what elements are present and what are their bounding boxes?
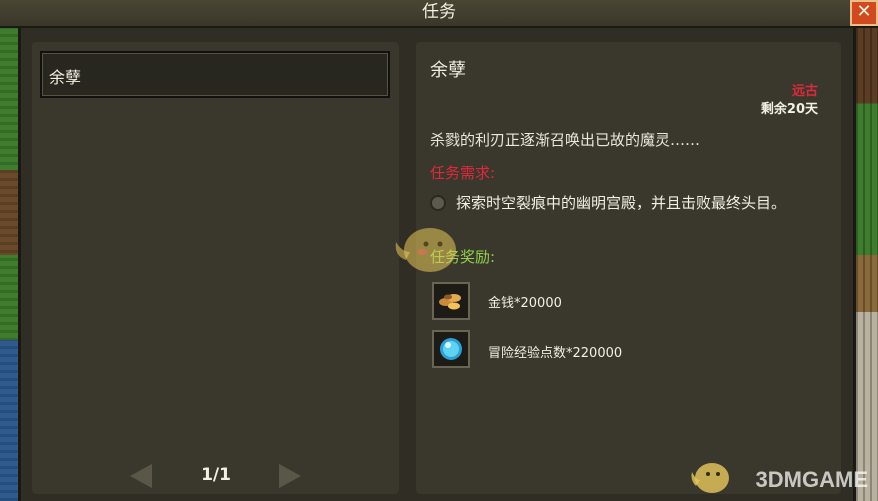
- quest-description: 杀戮的利刃正逐渐召唤出已故的魔灵……: [430, 131, 701, 149]
- close-button[interactable]: ✕: [850, 0, 878, 26]
- watermark-mascot-icon: [395, 228, 456, 272]
- quest-list-item-label: 余孽: [49, 68, 82, 87]
- next-page-arrow-icon[interactable]: [279, 464, 301, 488]
- quest-time-remaining: 剩余20天: [760, 102, 818, 117]
- page-indicator: 1/1: [201, 465, 231, 485]
- game-world-background-left: [0, 28, 18, 501]
- requirements-heading: 任务需求:: [430, 164, 496, 182]
- title-bar: 任务 ✕: [0, 0, 878, 28]
- watermark-text: 3DMGAME: [755, 467, 868, 492]
- previous-page-arrow-icon[interactable]: [130, 464, 152, 488]
- requirement-text: 探索时空裂痕中的幽明宫殿，并且击败最终头目。: [456, 194, 787, 212]
- reward-gold-text: 金钱*20000: [488, 296, 562, 311]
- bullet-icon: [430, 195, 446, 211]
- watermark-logo-icon: [691, 463, 729, 493]
- gold-coins-icon: [432, 282, 470, 320]
- blue-gem-icon: [432, 330, 470, 368]
- quest-list-panel: [32, 42, 399, 494]
- reward-experience-text: 冒险经验点数*220000: [488, 346, 623, 361]
- game-world-background-right: [856, 28, 878, 501]
- quest-list-item[interactable]: 余孽: [40, 51, 390, 98]
- quest-title: 余孽: [430, 60, 466, 81]
- quest-era-label: 远古: [791, 84, 818, 99]
- window-title: 任务: [422, 2, 456, 22]
- close-icon: ✕: [856, 1, 872, 22]
